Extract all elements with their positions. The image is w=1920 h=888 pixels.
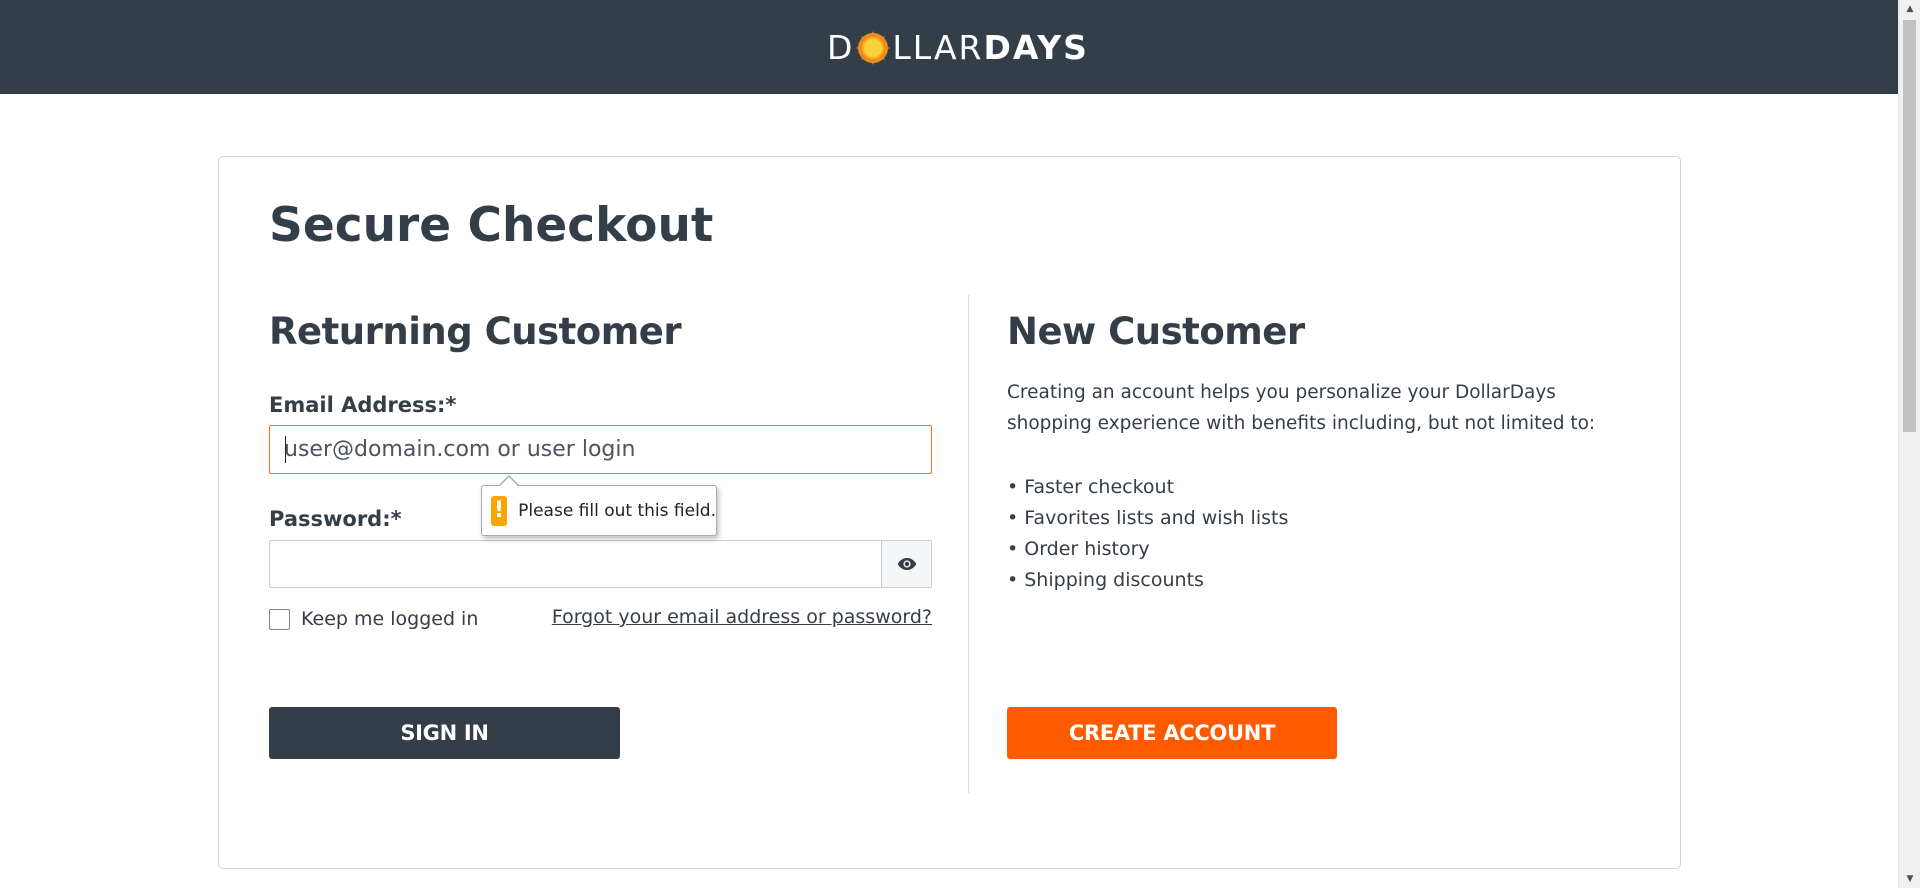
email-label: Email Address:*: [269, 393, 457, 417]
scrollbar-thumb[interactable]: [1903, 20, 1916, 432]
new-customer-heading: New Customer: [1007, 310, 1305, 353]
validation-tooltip: ! Please fill out this field.: [481, 475, 717, 536]
text-caret: [285, 436, 286, 463]
dollardays-logo[interactable]: D LLAR DAYS: [827, 28, 1089, 68]
scroll-down-arrow-icon[interactable]: ▼: [1899, 870, 1920, 888]
list-item: Faster checkout: [1007, 472, 1288, 503]
show-password-button[interactable]: [881, 541, 931, 587]
new-customer-intro: Creating an account helps you personaliz…: [1007, 382, 1596, 434]
list-item: Shipping discounts: [1007, 565, 1288, 596]
list-item: Favorites lists and wish lists: [1007, 503, 1288, 534]
sign-in-button[interactable]: SIGN IN: [269, 707, 620, 759]
benefits-list: Faster checkout Favorites lists and wish…: [1007, 472, 1288, 596]
list-item: Order history: [1007, 534, 1288, 565]
sun-icon: [856, 31, 891, 65]
validation-message: Please fill out this field.: [518, 500, 716, 521]
vertical-scrollbar[interactable]: ▲ ▼: [1898, 0, 1920, 888]
forgot-credentials-link[interactable]: Forgot your email address or password?: [552, 606, 932, 628]
scroll-up-arrow-icon[interactable]: ▲: [1899, 0, 1920, 18]
eye-icon: [897, 558, 916, 570]
keep-logged-in-label[interactable]: Keep me logged in: [301, 608, 478, 630]
password-field: [269, 540, 932, 588]
logo-letter-d: D: [827, 28, 855, 67]
returning-customer-heading: Returning Customer: [269, 310, 682, 353]
page-title: Secure Checkout: [269, 198, 714, 253]
keep-logged-in-row: Keep me logged in: [269, 607, 478, 631]
column-divider: [968, 295, 969, 793]
site-header: D LLAR DAYS: [0, 0, 1898, 94]
create-account-button[interactable]: CREATE ACCOUNT: [1007, 707, 1337, 759]
checkout-card: [218, 156, 1681, 869]
password-input[interactable]: [270, 541, 881, 587]
logo-text-llar: LLAR: [892, 28, 984, 67]
page: D LLAR DAYS Secure Checkout Returning Cu…: [0, 0, 1920, 888]
warning-icon: !: [491, 495, 508, 526]
keep-logged-in-checkbox[interactable]: [269, 608, 290, 630]
email-input[interactable]: [269, 425, 932, 474]
logo-text-days: DAYS: [983, 28, 1089, 67]
password-label: Password:*: [269, 507, 402, 531]
